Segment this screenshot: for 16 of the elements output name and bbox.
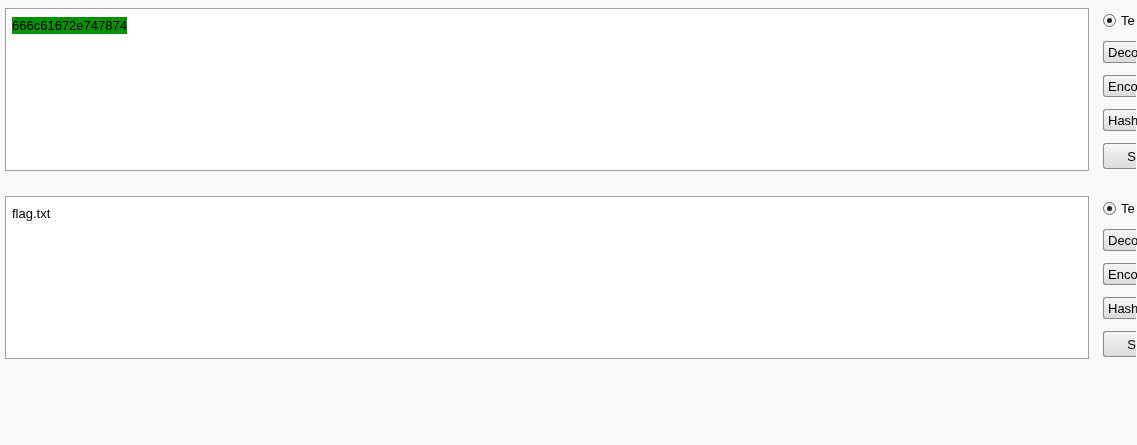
action-button[interactable]: S — [1103, 331, 1136, 357]
action-button[interactable]: Hash — [1103, 109, 1136, 131]
radio-button[interactable] — [1103, 13, 1116, 27]
action-button[interactable]: Deco — [1103, 229, 1136, 251]
radio-label: Te — [1121, 200, 1135, 216]
text-content: 666c61672e747874 — [12, 17, 127, 34]
action-button[interactable]: Deco — [1103, 41, 1136, 63]
text-area[interactable]: flag.txt — [5, 196, 1089, 359]
action-button[interactable]: Hash — [1103, 297, 1136, 319]
text-area[interactable]: 666c61672e747874 — [5, 8, 1089, 171]
action-button[interactable]: Enco — [1103, 75, 1136, 97]
action-button[interactable]: Enco — [1103, 263, 1136, 285]
action-button[interactable]: S — [1103, 143, 1136, 169]
text-content: flag.txt — [12, 205, 51, 222]
radio-label: Te — [1121, 12, 1135, 28]
radio-button[interactable] — [1103, 201, 1116, 215]
